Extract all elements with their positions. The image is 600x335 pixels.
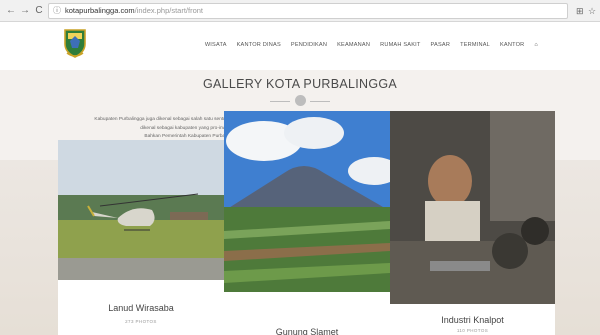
star-icon[interactable]: ☆ [588,4,596,18]
divider-line [310,101,330,102]
card-title: Lanud Wirasaba [108,303,174,313]
camera-icon [295,95,306,106]
gallery-card-industri-knalpot[interactable]: Industri Knalpot 110 PHOTOS [390,111,555,335]
menu-item-rumah-sakit[interactable]: RUMAH SAKIT [380,42,420,48]
translate-icon[interactable]: ⊞ [576,4,584,18]
workshop-photo[interactable] [390,111,555,304]
arrow-right-icon[interactable]: → [18,4,32,18]
menu-item-terminal[interactable]: TERMINAL [460,42,490,48]
menu-item-pendidikan[interactable]: PENDIDIKAN [291,42,327,48]
site-header: WISATA KANTOR DINAS PENDIDIKAN KEAMANAN … [0,22,600,70]
menu-item-wisata[interactable]: WISATA [205,42,227,48]
title-divider [270,95,330,107]
helicopter-photo[interactable] [58,140,224,280]
gallery-card-gunung-slamet[interactable]: Gunung Slamet [224,111,390,335]
card-title: Gunung Slamet [275,327,339,335]
browser-toolbar: ← → C ⓘ kotapurbalingga.com/index.php/st… [0,0,600,22]
url-path: /index.php/start/front [134,6,204,15]
url-domain: kotapurbalingga.com [65,6,135,15]
menu-item-kantor-dinas[interactable]: KANTOR DINAS [237,42,281,48]
home-icon[interactable]: ⌂ [534,42,538,48]
address-bar[interactable]: ⓘ kotapurbalingga.com/index.php/start/fr… [48,3,568,19]
menu-item-pasar[interactable]: PASAR [431,42,451,48]
arrow-left-icon[interactable]: ← [4,4,18,18]
menu-item-kantor[interactable]: KANTOR [500,42,524,48]
main-menu: WISATA KANTOR DINAS PENDIDIKAN KEAMANAN … [205,42,538,48]
info-icon[interactable]: ⓘ [53,4,61,18]
gallery-card-lanud-wirasaba[interactable]: Lanud Wirasaba 273 PHOTOS [58,140,224,335]
divider-line [270,101,290,102]
mountain-photo[interactable] [224,111,390,292]
reload-icon[interactable]: C [32,4,46,18]
card-photo-count: 110 PHOTOS [456,328,489,333]
menu-item-keamanan[interactable]: KEAMANAN [337,42,370,48]
coat-of-arms-logo[interactable] [62,27,88,59]
card-photo-count: 273 PHOTOS [125,319,157,324]
card-title: Industri Knalpot [441,315,504,325]
page-title: GALLERY KOTA PURBALINGGA [202,77,398,91]
